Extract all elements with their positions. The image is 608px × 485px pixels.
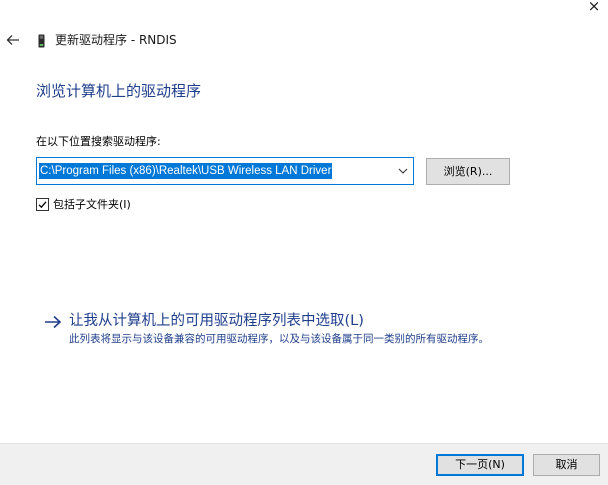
back-arrow-icon: [6, 35, 19, 45]
page-heading: 浏览计算机上的驱动程序: [36, 82, 202, 100]
driver-path-combobox[interactable]: C:\Program Files (x86)\Realtek\USB Wirel…: [36, 157, 414, 185]
back-button[interactable]: [5, 31, 21, 49]
browse-button[interactable]: 浏览(R)...: [426, 158, 510, 185]
pick-driver-description: 此列表将显示与该设备兼容的可用驱动程序，以及与该设备属于同一类别的所有驱动程序。: [69, 333, 489, 345]
cancel-button[interactable]: 取消: [533, 454, 600, 476]
chevron-down-icon[interactable]: [398, 166, 408, 176]
driver-path-input[interactable]: C:\Program Files (x86)\Realtek\USB Wirel…: [39, 163, 333, 179]
checkmark-icon: [38, 201, 47, 209]
pick-driver-arrow[interactable]: [44, 314, 62, 330]
include-subfolders-checkbox[interactable]: [36, 198, 49, 211]
title-device-icon: [37, 33, 46, 48]
next-button[interactable]: 下一页(N): [436, 454, 524, 476]
usb-device-icon: [38, 34, 45, 48]
window-title: 更新驱动程序 - RNDIS: [55, 33, 177, 47]
include-subfolders-label[interactable]: 包括子文件夹(I): [53, 197, 131, 212]
close-button[interactable]: ×: [586, 0, 602, 16]
pick-driver-link[interactable]: 让我从计算机上的可用驱动程序列表中选取(L): [69, 311, 364, 331]
search-location-label: 在以下位置搜索驱动程序:: [36, 135, 161, 148]
arrow-right-icon: [45, 315, 62, 329]
